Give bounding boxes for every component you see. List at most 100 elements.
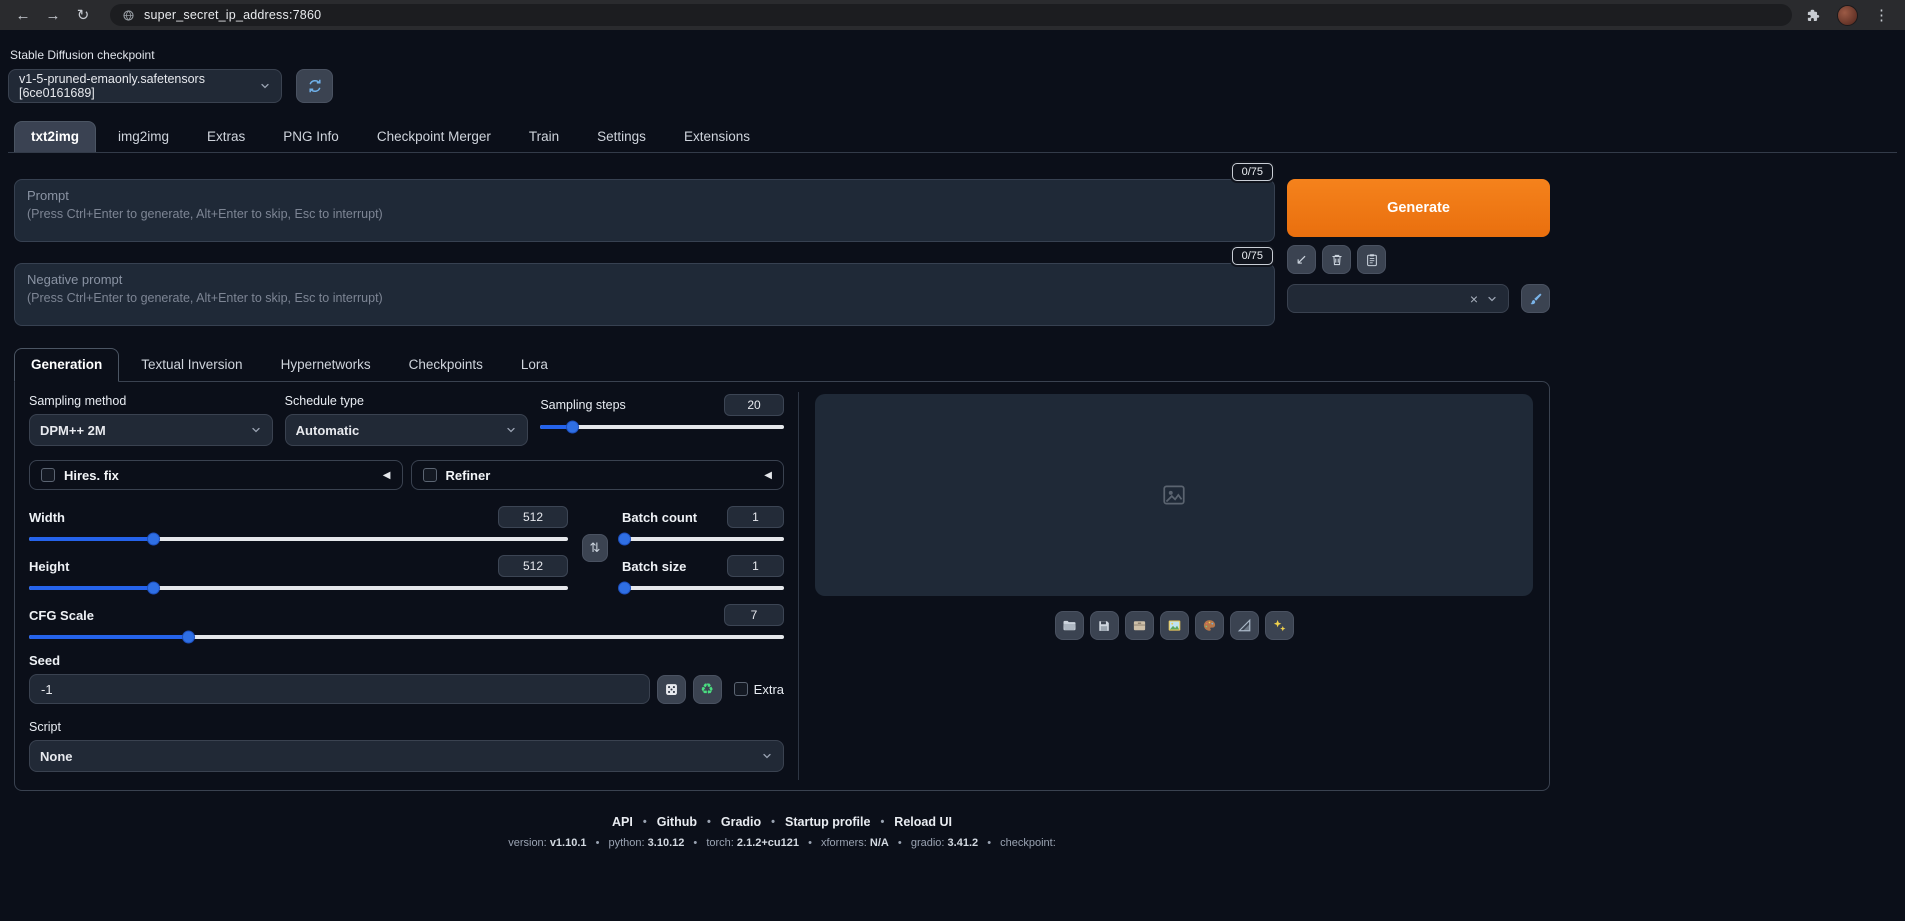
footer-link-startup-profile[interactable]: Startup profile <box>785 815 870 829</box>
upscale-button[interactable] <box>1265 611 1294 640</box>
negative-prompt-placeholder-hint: (Press Ctrl+Enter to generate, Alt+Enter… <box>27 291 1262 305</box>
script-label: Script <box>29 720 784 734</box>
sampling-steps-input[interactable]: 20 <box>724 394 784 416</box>
sampling-steps-slider-thumb[interactable] <box>566 421 579 434</box>
seed-label: Seed <box>29 653 784 668</box>
url-bar[interactable]: super_secret_ip_address:7860 <box>110 4 1792 26</box>
sampling-steps-slider[interactable] <box>540 425 784 429</box>
tab-hypernetworks[interactable]: Hypernetworks <box>265 349 387 381</box>
negative-prompt-box: 0/75 Negative prompt (Press Ctrl+Enter t… <box>14 263 1275 326</box>
cfg-scale-slider-thumb[interactable] <box>182 631 195 644</box>
browser-back-button[interactable]: ← <box>10 2 36 28</box>
schedule-type-dropdown[interactable]: Automatic <box>285 414 529 446</box>
tab-png-info[interactable]: PNG Info <box>267 122 355 152</box>
generate-button[interactable]: Generate <box>1287 179 1550 237</box>
batch-size-input[interactable]: 1 <box>727 555 784 577</box>
footer-link-reload-ui[interactable]: Reload UI <box>894 815 952 829</box>
prompt-textarea[interactable]: Prompt (Press Ctrl+Enter to generate, Al… <box>14 179 1275 242</box>
width-slider-thumb[interactable] <box>147 533 160 546</box>
cfg-scale-input[interactable]: 7 <box>724 604 784 626</box>
styles-dropdown[interactable]: × <box>1287 284 1509 313</box>
styles-clear-button[interactable]: × <box>1470 292 1478 306</box>
seed-extra-checkbox[interactable] <box>734 682 748 696</box>
tab-checkpoints[interactable]: Checkpoints <box>393 349 499 381</box>
width-slider[interactable] <box>29 537 568 541</box>
url-text: super_secret_ip_address:7860 <box>144 8 321 22</box>
refiner-accordion[interactable]: Refiner ◀ <box>411 460 785 490</box>
gradio-value[interactable]: 3.41.2 <box>948 837 979 849</box>
tab-generation[interactable]: Generation <box>14 348 119 382</box>
send-to-inpaint-button[interactable] <box>1195 611 1224 640</box>
tab-checkpoint-merger[interactable]: Checkpoint Merger <box>361 122 507 152</box>
checkpoint-dropdown[interactable]: v1-5-pruned-emaonly.safetensors [6ce0161… <box>8 69 282 103</box>
chevron-down-icon <box>505 424 517 436</box>
tab-settings[interactable]: Settings <box>581 122 662 152</box>
browser-forward-button[interactable]: → <box>40 2 66 28</box>
save-zip-button[interactable] <box>1125 611 1154 640</box>
output-gallery[interactable] <box>815 394 1533 596</box>
chevron-down-icon <box>259 80 271 92</box>
browser-menu-icon[interactable]: ⋮ <box>1874 6 1889 24</box>
tab-extras[interactable]: Extras <box>191 122 261 152</box>
batch-size-slider-thumb[interactable] <box>618 582 631 595</box>
batch-count-slider[interactable] <box>622 537 784 541</box>
batch-count-input[interactable]: 1 <box>727 506 784 528</box>
footer-link-gradio[interactable]: Gradio <box>721 815 761 829</box>
script-dropdown[interactable]: None <box>29 740 784 772</box>
hires-fix-checkbox[interactable] <box>41 468 55 482</box>
edit-styles-button[interactable] <box>1521 284 1550 313</box>
paste-params-button[interactable]: ↙ <box>1287 245 1316 274</box>
height-slider-thumb[interactable] <box>147 582 160 595</box>
tab-txt2img[interactable]: txt2img <box>14 121 96 152</box>
random-seed-button[interactable] <box>657 675 686 704</box>
footer-link-github[interactable]: Github <box>657 815 697 829</box>
accordion-arrow-icon[interactable]: ◀ <box>383 470 391 481</box>
width-input[interactable]: 512 <box>498 506 568 528</box>
styles-row: × <box>1287 284 1550 313</box>
tab-img2img[interactable]: img2img <box>102 122 185 152</box>
refiner-checkbox[interactable] <box>423 468 437 482</box>
apply-styles-button[interactable] <box>1357 245 1386 274</box>
separator-dot: • <box>987 837 991 849</box>
tab-extensions[interactable]: Extensions <box>668 122 766 152</box>
site-info-icon[interactable] <box>122 9 135 22</box>
browser-reload-button[interactable]: ↻ <box>70 2 96 28</box>
generation-controls: Sampling method DPM++ 2M Schedule type <box>15 382 798 790</box>
footer-link-api[interactable]: API <box>612 815 633 829</box>
tab-lora[interactable]: Lora <box>505 349 564 381</box>
hires-fix-label: Hires. fix <box>64 468 119 483</box>
accordion-arrow-icon[interactable]: ◀ <box>764 470 772 481</box>
version-value[interactable]: v1.10.1 <box>550 837 587 849</box>
negative-prompt-textarea[interactable]: Negative prompt (Press Ctrl+Enter to gen… <box>14 263 1275 326</box>
hires-fix-accordion[interactable]: Hires. fix ◀ <box>29 460 403 490</box>
back-icon: ← <box>16 7 31 24</box>
send-to-img2img-button[interactable] <box>1160 611 1189 640</box>
profile-avatar[interactable] <box>1837 5 1858 26</box>
footer-links: API • Github • Gradio • Startup profile … <box>14 815 1550 829</box>
send-to-extras-button[interactable] <box>1230 611 1259 640</box>
batch-count-slider-thumb[interactable] <box>618 533 631 546</box>
image-placeholder-icon <box>1161 482 1187 508</box>
seed-input[interactable]: -1 <box>29 674 650 704</box>
swap-dimensions-button[interactable]: ⇅ <box>582 534 608 562</box>
prompt-token-counter[interactable]: 0/75 <box>1232 163 1273 181</box>
clear-prompt-button[interactable] <box>1322 245 1351 274</box>
negative-prompt-token-counter[interactable]: 0/75 <box>1232 247 1273 265</box>
sampling-method-dropdown[interactable]: DPM++ 2M <box>29 414 273 446</box>
refiner-label: Refiner <box>446 468 491 483</box>
batch-size-slider[interactable] <box>622 586 784 590</box>
tab-textual-inversion[interactable]: Textual Inversion <box>125 349 258 381</box>
open-folder-button[interactable] <box>1055 611 1084 640</box>
cfg-scale-slider[interactable] <box>29 635 784 639</box>
refresh-checkpoint-button[interactable] <box>296 69 333 103</box>
extensions-icon[interactable] <box>1806 8 1821 23</box>
save-image-button[interactable] <box>1090 611 1119 640</box>
tab-train[interactable]: Train <box>513 122 575 152</box>
height-slider[interactable] <box>29 586 568 590</box>
reuse-seed-button[interactable]: ♻ <box>693 675 722 704</box>
height-input[interactable]: 512 <box>498 555 568 577</box>
script-field: Script None <box>29 720 784 772</box>
prompt-placeholder-hint: (Press Ctrl+Enter to generate, Alt+Enter… <box>27 207 1262 221</box>
version-line: version: v1.10.1 • python: 3.10.12 • tor… <box>14 837 1550 849</box>
checkpoint-label: Stable Diffusion checkpoint <box>10 48 1897 62</box>
